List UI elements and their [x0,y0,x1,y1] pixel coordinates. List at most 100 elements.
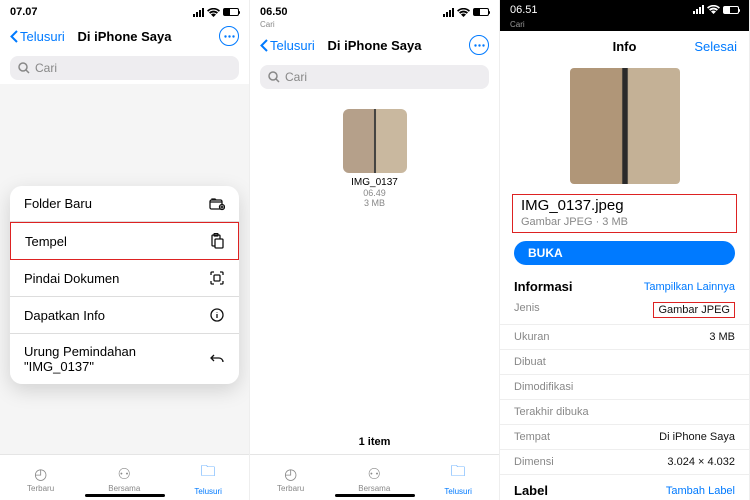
item-count: 1 item [250,430,499,454]
show-more-link[interactable]: Tampilkan Lainnya [644,281,735,293]
content-area: IMG_0137 06.49 3 MB [250,93,499,430]
row-key: Jenis [514,302,540,318]
signal-icon [443,8,454,17]
folder-icon: 🗀 [451,461,466,486]
wifi-icon [707,5,720,14]
row-value: 3.024 × 4.032 [667,456,735,468]
clock-icon: ◴ [34,465,47,483]
status-indicators [443,8,489,17]
search-input[interactable]: Cari [260,65,489,89]
file-thumbnail [343,109,407,173]
row-key: Terakhir dibuka [514,406,589,418]
search-placeholder: Cari [285,70,307,84]
signal-icon [193,8,204,17]
label-section-header: Label Tambah Label [500,475,749,500]
tab-label: Telusuri [194,487,222,496]
status-subtext: Cari [500,20,749,31]
back-label: Telusuri [270,38,315,53]
search-icon [268,71,280,83]
home-indicator[interactable] [335,494,415,497]
info-icon [209,307,225,323]
menu-label: Dapatkan Info [24,308,105,323]
screen-info: 06.51 Cari Info Selesai IMG_0137.jpeg Ga… [500,0,750,500]
info-row-modified: Dimodifikasi [500,375,749,400]
tab-recent[interactable]: ◴Terbaru [277,465,304,493]
row-key: Tempat [514,431,550,443]
chevron-left-icon [260,39,268,52]
screen-file-grid: 06.50 Cari Telusuri Di iPhone Saya Cari … [250,0,500,500]
info-row-size: Ukuran3 MB [500,325,749,350]
filename-highlight-box: IMG_0137.jpeg Gambar JPEG · 3 MB [512,194,737,233]
search-input[interactable]: Cari [10,56,239,80]
tab-label: Bersama [108,484,140,493]
info-header: Info Selesai [500,31,749,62]
page-title: Di iPhone Saya [78,29,172,44]
row-key: Dimodifikasi [514,381,573,393]
battery-icon [723,6,739,14]
menu-item-paste[interactable]: Tempel [10,222,239,260]
battery-icon [223,8,239,16]
menu-label: Urung Pemindahan "IMG_0137" [24,344,184,374]
home-indicator[interactable] [85,494,165,497]
add-label-link[interactable]: Tambah Label [666,485,735,497]
status-bar: 07.07 [0,0,249,20]
more-button[interactable] [219,26,239,46]
row-value: Gambar JPEG [653,302,735,318]
info-row-dimensions: Dimensi3.024 × 4.032 [500,450,749,475]
folder-icon: 🗀 [201,461,216,486]
menu-label: Folder Baru [24,196,92,211]
image-preview[interactable] [570,68,680,184]
tab-label: Terbaru [27,484,54,493]
undo-icon [209,352,225,366]
menu-item-scan[interactable]: Pindai Dokumen [10,260,239,297]
status-indicators [193,8,239,17]
info-row-kind: Jenis Gambar JPEG [500,296,749,325]
tab-browse[interactable]: 🗀Telusuri [444,461,472,496]
clock-icon: ◴ [284,465,297,483]
page-title: Di iPhone Saya [328,38,422,53]
filetype-sub: Gambar JPEG · 3 MB [513,214,736,232]
context-menu: Folder Baru Tempel Pindai Dokumen Dapatk… [10,186,239,384]
menu-label: Pindai Dokumen [24,271,119,286]
info-section-header: Informasi Tampilkan Lainnya [500,271,749,296]
clipboard-icon [210,233,224,249]
open-button[interactable]: BUKA [514,241,735,265]
tab-label: Telusuri [444,487,472,496]
more-button[interactable] [469,35,489,55]
tab-label: Bersama [358,484,390,493]
tab-shared[interactable]: ⚇Bersama [358,465,390,493]
file-item[interactable]: IMG_0137 06.49 3 MB [330,109,420,208]
folder-plus-icon [209,197,225,211]
done-button[interactable]: Selesai [694,39,737,54]
shared-icon: ⚇ [118,465,131,483]
info-row-where: TempatDi iPhone Saya [500,425,749,450]
back-label: Telusuri [20,29,65,44]
nav-bar: Telusuri Di iPhone Saya [0,20,249,52]
tab-recent[interactable]: ◴Terbaru [27,465,54,493]
back-button[interactable]: Telusuri [260,38,315,53]
filename: IMG_0137.jpeg [513,197,736,214]
tab-browse[interactable]: 🗀Telusuri [194,461,222,496]
tab-shared[interactable]: ⚇Bersama [108,465,140,493]
file-name: IMG_0137 [330,177,420,188]
tab-label: Terbaru [277,484,304,493]
file-time: 06.49 [330,188,420,198]
back-button[interactable]: Telusuri [10,29,65,44]
ellipsis-icon [224,35,235,38]
nav-bar: Telusuri Di iPhone Saya [250,29,499,61]
menu-item-new-folder[interactable]: Folder Baru [10,186,239,222]
menu-item-undo[interactable]: Urung Pemindahan "IMG_0137" [10,334,239,384]
info-row-created: Dibuat [500,350,749,375]
label-title: Label [514,483,548,498]
row-key: Ukuran [514,331,549,343]
search-icon [18,62,30,74]
status-time: 07.07 [10,6,38,18]
menu-item-info[interactable]: Dapatkan Info [10,297,239,334]
content-area: Folder Baru Tempel Pindai Dokumen Dapatk… [0,84,249,454]
file-size: 3 MB [330,198,420,208]
menu-label: Tempel [25,234,67,249]
status-time: 06.50 [260,6,288,18]
wifi-icon [207,8,220,17]
status-subtext: Cari [250,20,499,29]
status-time: 06.51 [510,4,538,16]
